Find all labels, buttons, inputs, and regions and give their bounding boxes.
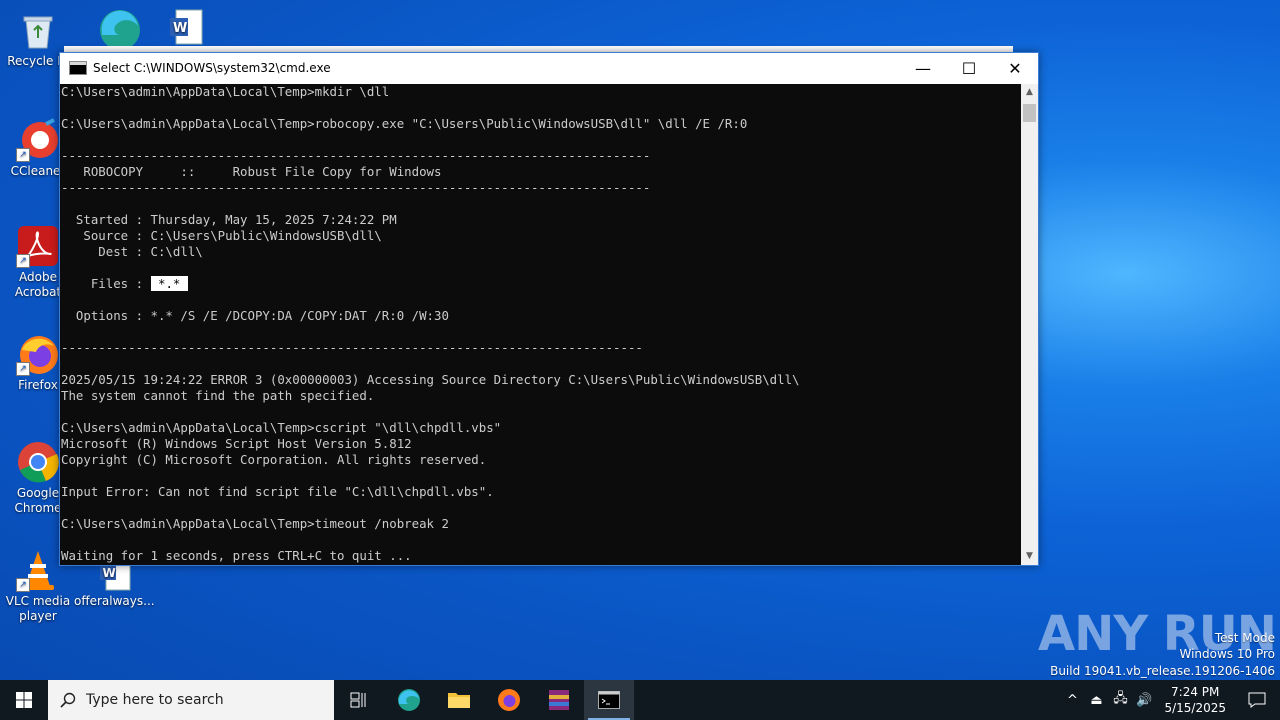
console-lines: C:\Users\admin\AppData\Local\Temp>mkdir …	[60, 84, 1021, 564]
system-tray: ^ ⏏ 🖧 🔊 7:24 PM 5/15/2025	[1060, 680, 1280, 720]
recycle-bin-icon	[16, 8, 60, 52]
ccleaner-icon: ↗	[16, 118, 60, 162]
folder-icon	[448, 693, 470, 708]
clock-date: 5/15/2025	[1164, 701, 1226, 715]
cmd-icon	[598, 691, 620, 709]
console-line: ----------------------------------------…	[61, 340, 643, 355]
test-mode-label: Test Mode	[1214, 631, 1275, 645]
edge-icon	[94, 6, 140, 50]
chevron-up-icon[interactable]: ^	[1060, 693, 1084, 708]
scroll-down-arrow-icon[interactable]: ▼	[1021, 548, 1038, 565]
acrobat-icon: ↗	[16, 224, 60, 268]
console-line: Waiting for 1 seconds, press CTRL+C to q…	[61, 548, 412, 563]
taskbar-firefox-button[interactable]	[484, 680, 534, 720]
shortcut-arrow-icon: ↗	[16, 362, 30, 376]
shortcut-arrow-icon: ↗	[16, 254, 30, 268]
maximize-button[interactable]: ☐	[946, 53, 992, 83]
cmd-window[interactable]: Select C:\WINDOWS\system32\cmd.exe — ☐ ✕…	[59, 52, 1039, 566]
desktop-icon-label: VLC media player	[5, 594, 71, 623]
firefox-icon: ↗	[16, 332, 60, 376]
taskbar-cmd-button[interactable]	[584, 680, 634, 720]
console-line: ----------------------------------------…	[61, 148, 651, 163]
console-line: Input Error: Can not find script file "C…	[61, 484, 494, 499]
selected-text: *.*	[150, 276, 188, 291]
console-line: C:\Users\admin\AppData\Local\Temp>timeou…	[61, 516, 449, 531]
svg-text:W: W	[173, 21, 187, 36]
console-line: C:\Users\admin\AppData\Local\Temp>mkdir …	[61, 84, 390, 99]
taskbar-file-explorer-button[interactable]	[434, 680, 484, 720]
svg-text:W: W	[103, 566, 116, 580]
taskbar-winrar-button[interactable]	[534, 680, 584, 720]
start-button[interactable]	[0, 680, 48, 720]
console-scrollbar[interactable]: ▲ ▼	[1021, 84, 1038, 565]
console-line: Files : *.*	[61, 276, 188, 291]
clock[interactable]: 7:24 PM 5/15/2025	[1156, 684, 1234, 716]
console-line: 2025/05/15 19:24:22 ERROR 3 (0x00000003)…	[61, 372, 800, 387]
vlc-cone-icon: ↗	[16, 548, 60, 592]
window-titlebar[interactable]: Select C:\WINDOWS\system32\cmd.exe — ☐ ✕	[60, 53, 1038, 83]
word-document-icon: W	[164, 6, 208, 50]
console-line: Source : C:\Users\Public\WindowsUSB\dll\	[61, 228, 382, 243]
cmd-app-icon	[69, 61, 87, 75]
notification-center-button[interactable]	[1234, 692, 1280, 708]
firefox-icon	[498, 689, 520, 711]
desktop-icon-label: offeralways...	[74, 594, 155, 608]
shortcut-arrow-icon: ↗	[16, 148, 30, 162]
search-placeholder: Type here to search	[86, 692, 224, 708]
usb-device-icon[interactable]: ⏏	[1084, 693, 1108, 708]
console-line: The system cannot find the path specifie…	[61, 388, 375, 403]
scrollbar-thumb[interactable]	[1023, 104, 1036, 122]
windows-logo-icon	[16, 692, 32, 708]
console-line: Microsoft (R) Windows Script Host Versio…	[61, 436, 412, 451]
build-label: Build 19041.vb_release.191206-1406	[1050, 664, 1275, 678]
console-line: Started : Thursday, May 15, 2025 7:24:22…	[61, 212, 397, 227]
window-title: Select C:\WINDOWS\system32\cmd.exe	[93, 61, 331, 75]
console-line: Dest : C:\dll\	[61, 244, 203, 259]
task-view-button[interactable]	[334, 680, 384, 720]
task-view-icon	[350, 692, 366, 708]
console-output[interactable]: C:\Users\admin\AppData\Local\Temp>mkdir …	[60, 84, 1021, 565]
taskbar-search-box[interactable]: Type here to search	[48, 680, 334, 720]
edge-icon	[398, 689, 420, 711]
console-line: ----------------------------------------…	[61, 180, 651, 195]
console-line: C:\Users\admin\AppData\Local\Temp>cscrip…	[61, 420, 502, 435]
console-line: Options : *.* /S /E /DCOPY:DA /COPY:DAT …	[61, 308, 449, 323]
taskbar: Type here to search ^ ⏏ 🖧 🔊 7:24 PM 5/15…	[0, 680, 1280, 720]
scroll-up-arrow-icon[interactable]: ▲	[1021, 84, 1038, 101]
clock-time: 7:24 PM	[1171, 685, 1220, 699]
volume-icon[interactable]: 🔊	[1132, 693, 1156, 708]
search-icon	[60, 692, 76, 708]
close-button[interactable]: ✕	[992, 53, 1038, 83]
console-line: Copyright (C) Microsoft Corporation. All…	[61, 452, 487, 467]
taskbar-edge-button[interactable]	[384, 680, 434, 720]
windows-edition-label: Windows 10 Pro	[1179, 647, 1275, 661]
console-line: ROBOCOPY :: Robust File Copy for Windows	[61, 164, 442, 179]
minimize-button[interactable]: —	[900, 53, 946, 83]
console-line: C:\Users\admin\AppData\Local\Temp>roboco…	[61, 116, 748, 131]
notification-icon	[1248, 692, 1266, 708]
shortcut-arrow-icon: ↗	[16, 578, 30, 592]
chrome-icon	[16, 440, 60, 484]
network-icon[interactable]: 🖧	[1108, 689, 1132, 711]
winrar-icon	[549, 690, 569, 710]
